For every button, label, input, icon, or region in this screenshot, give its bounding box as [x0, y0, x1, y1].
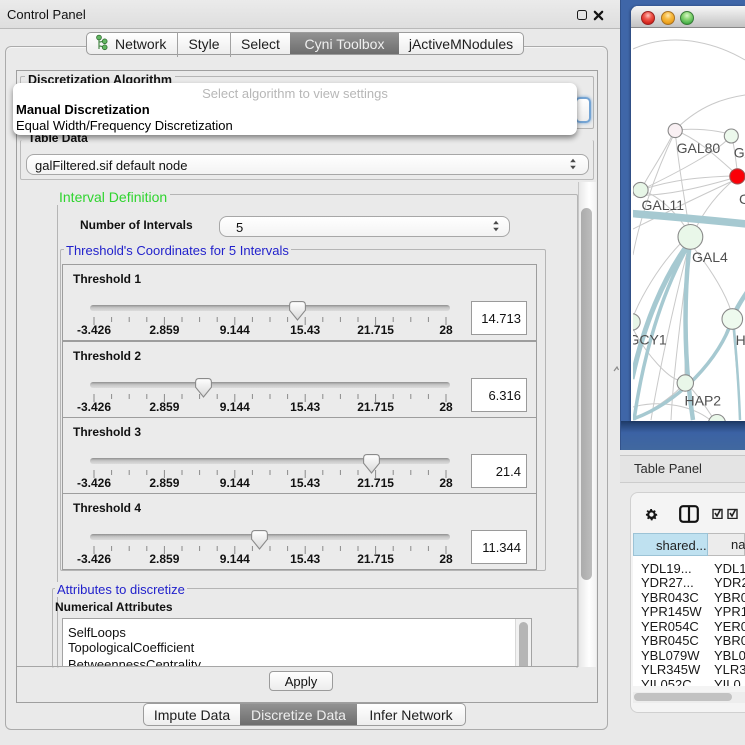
svg-text:GCY1: GCY1 — [633, 332, 667, 348]
svg-text:C: C — [739, 191, 745, 207]
svg-text:GAL11: GAL11 — [642, 197, 685, 213]
svg-text:H: H — [736, 332, 745, 348]
svg-text:GAL4: GAL4 — [692, 249, 728, 265]
svg-text:GA: GA — [734, 145, 745, 161]
svg-text:HAP2: HAP2 — [685, 393, 722, 409]
svg-text:GAL80: GAL80 — [677, 140, 721, 156]
